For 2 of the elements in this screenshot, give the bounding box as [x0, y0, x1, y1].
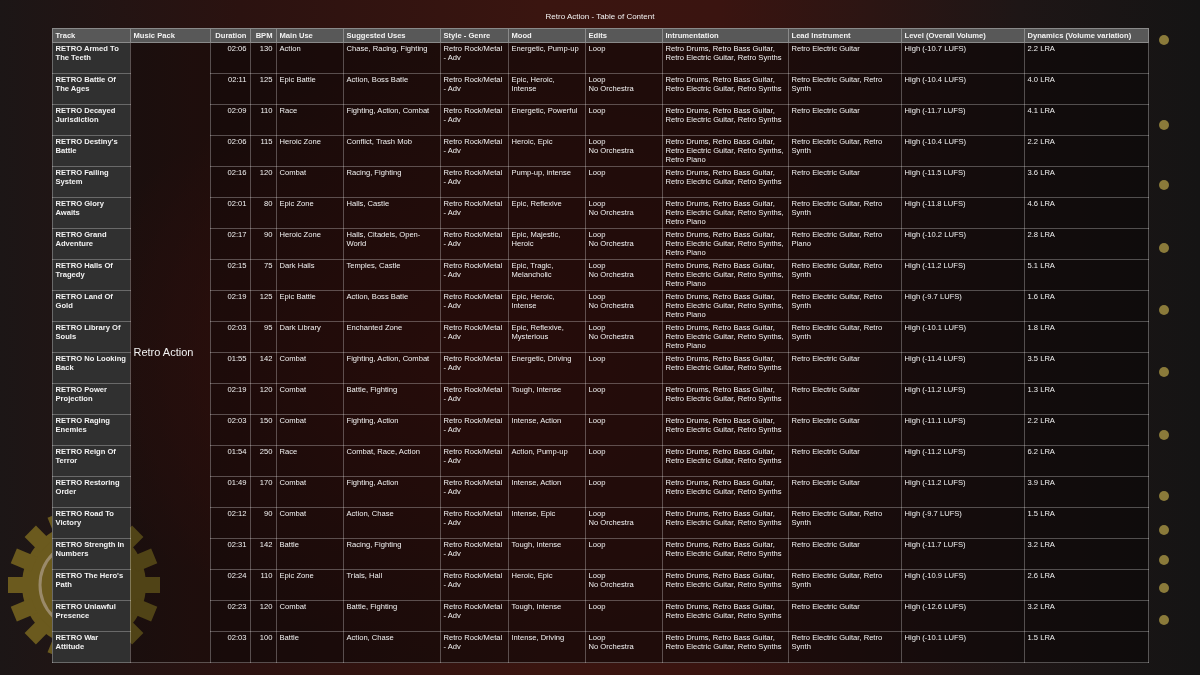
page-title: Retro Action - Table of Content [545, 12, 655, 23]
table-cell: Retro Action [130, 42, 210, 663]
